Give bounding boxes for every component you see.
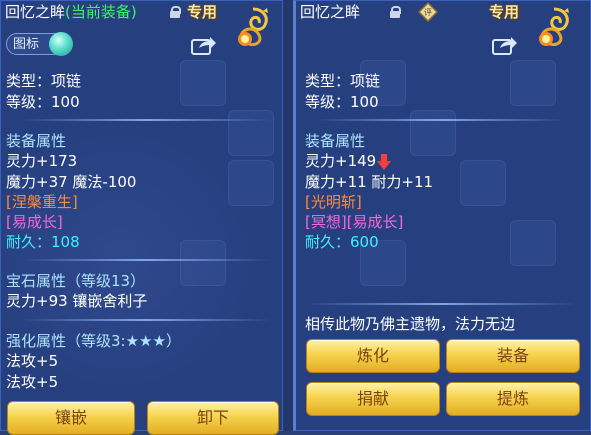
divider: [21, 119, 271, 121]
icon-toggle-label: 图标: [13, 37, 40, 52]
refine-button[interactable]: 炼化: [306, 339, 440, 373]
rating-diamond-icon: 评: [418, 2, 438, 22]
donate-button[interactable]: 捐献: [306, 382, 440, 416]
icon-toggle[interactable]: 图标: [6, 32, 73, 56]
item-title: 回忆之眸: [300, 2, 360, 22]
lock-icon: [170, 6, 181, 18]
share-icon[interactable]: [492, 35, 518, 55]
special-skill: [光明斩]: [305, 193, 362, 211]
item-name: 回忆之眸: [5, 3, 66, 21]
special-label: 专用: [187, 3, 218, 21]
divider: [21, 319, 271, 321]
current-equip-label: (当前装备): [65, 3, 137, 21]
enhance-line: 法攻+5: [6, 373, 59, 391]
item-title: 回忆之眸(当前装备): [5, 2, 137, 22]
attr-header: 装备属性: [305, 132, 366, 150]
divider: [21, 259, 271, 261]
equipped-item-tooltip: 回忆之眸(当前装备) 专用 图标 类型：项链 等级：100 装备属性 灵力+17…: [0, 0, 283, 435]
lock-icon: [390, 6, 401, 18]
compare-item-tooltip: 回忆之眸 评 专用 类型：项链 等级：100 装备属性 灵力+149 魔力+11…: [293, 0, 591, 431]
durability: 耐久：108: [6, 233, 80, 251]
dragon-emblem-icon: [238, 7, 268, 47]
attr-line: 魔力+11 耐力+11: [305, 173, 434, 191]
svg-text:评: 评: [424, 8, 432, 17]
unequip-button[interactable]: 卸下: [147, 401, 279, 435]
share-icon[interactable]: [191, 35, 217, 55]
item-level: 等级：100: [305, 93, 379, 111]
inlay-button[interactable]: 镶嵌: [7, 401, 135, 435]
gem-header: 宝石属性（等级13）: [6, 272, 146, 290]
special-label: 专用: [489, 3, 520, 21]
stat-decrease-arrow-icon: [377, 153, 392, 170]
item-type: 类型：项链: [6, 72, 82, 90]
item-type: 类型：项链: [305, 72, 381, 90]
attr-line-text: 灵力+149: [305, 152, 377, 170]
enhance-line: 法攻+5: [6, 352, 59, 370]
orb-icon: [49, 32, 73, 56]
dragon-emblem-icon: [539, 7, 569, 47]
gem-line: 灵力+93 镶嵌舍利子: [6, 292, 148, 310]
attr-line: 灵力+173: [6, 152, 78, 170]
extract-button[interactable]: 提炼: [446, 382, 580, 416]
special-effect: [易成长]: [6, 213, 63, 231]
attr-line: 灵力+149: [305, 151, 392, 172]
special-skill: [涅槃重生]: [6, 193, 78, 211]
item-level: 等级：100: [6, 93, 80, 111]
durability: 耐久：600: [305, 233, 379, 251]
attr-line: 魔力+37 魔法-100: [6, 173, 137, 191]
enhance-header: 强化属性（等级3:★★★）: [6, 332, 181, 350]
attr-header: 装备属性: [6, 132, 67, 150]
divider: [306, 303, 576, 305]
item-name: 回忆之眸: [300, 3, 361, 21]
special-effect: [冥想][易成长]: [305, 213, 404, 231]
item-description: 相传此物乃佛主遗物，法力无边: [305, 315, 516, 333]
divider: [316, 119, 566, 121]
equip-button[interactable]: 装备: [446, 339, 580, 373]
